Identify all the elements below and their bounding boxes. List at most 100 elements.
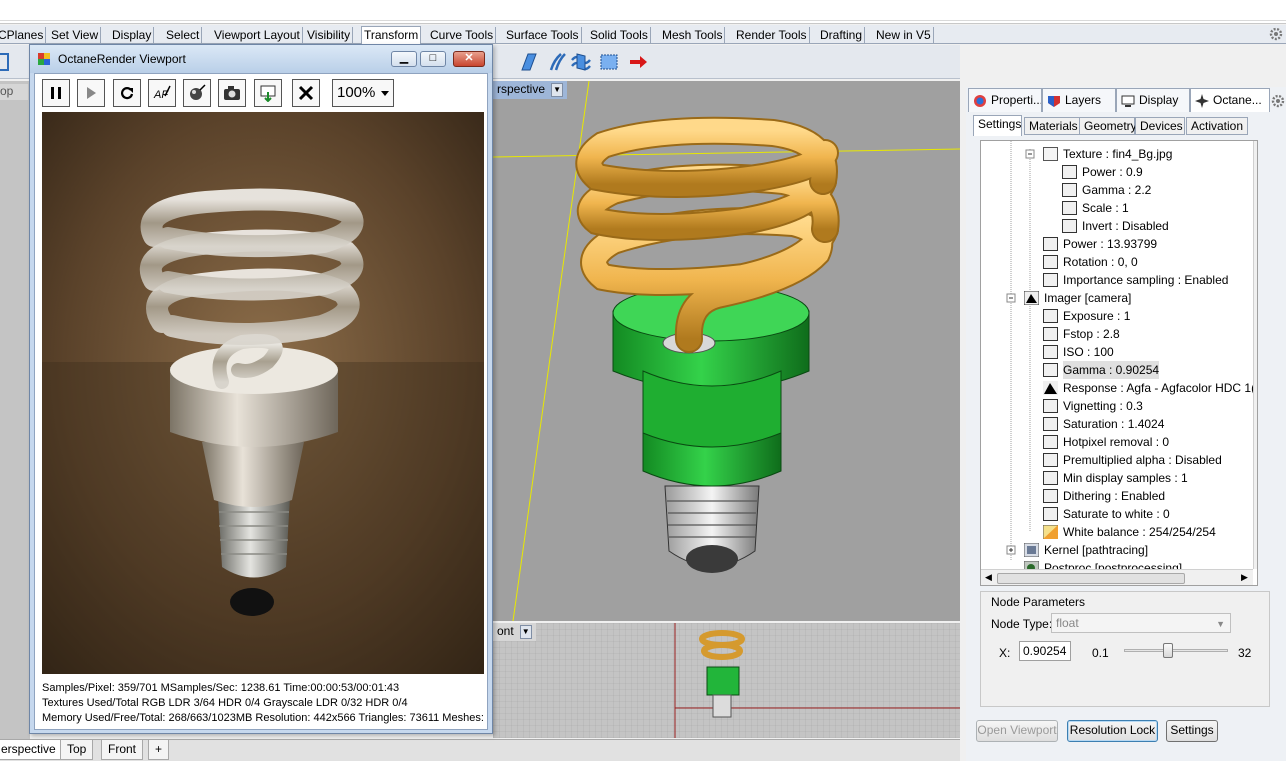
zoom-select[interactable]: 100%: [332, 79, 394, 107]
tree-row[interactable]: Dithering : Enabled: [1043, 487, 1165, 505]
shear-tool-icon[interactable]: [518, 50, 542, 74]
x-slider-track[interactable]: [1124, 643, 1228, 658]
scroll-right-icon[interactable]: ▶: [1241, 572, 1248, 583]
open-viewport-button[interactable]: Open Viewport: [976, 720, 1058, 742]
tree-row[interactable]: Exposure : 1: [1043, 307, 1130, 325]
x-value-input[interactable]: 0.90254: [1019, 641, 1071, 661]
tab-drafting[interactable]: Drafting: [818, 27, 866, 44]
tree-row[interactable]: ISO : 100: [1043, 343, 1114, 361]
node-type-select[interactable]: float ▼: [1051, 613, 1231, 633]
tab-mesh-tools[interactable]: Mesh Tools: [660, 27, 726, 44]
close-button[interactable]: ✕: [453, 51, 485, 67]
tab-curve-tools[interactable]: Curve Tools: [428, 27, 497, 44]
node-tree[interactable]: Texture : fin4_Bg.jpg Power : 0.9 Gamma …: [980, 140, 1258, 586]
tree-row[interactable]: Importance sampling : Enabled: [1043, 271, 1228, 289]
cage-edit-icon[interactable]: [597, 50, 621, 74]
tab-viewport-layout[interactable]: Viewport Layout: [212, 27, 303, 44]
tree-row[interactable]: Power : 0.9: [1062, 163, 1143, 181]
tab-solid-tools[interactable]: Solid Tools: [588, 27, 651, 44]
tree-row[interactable]: Fstop : 2.8: [1043, 325, 1120, 343]
tree-row[interactable]: Premultiplied alpha : Disabled: [1043, 451, 1222, 469]
tab-transform[interactable]: Transform: [361, 26, 422, 45]
tab-devices[interactable]: Devices: [1135, 117, 1185, 135]
tree-row[interactable]: Gamma : 2.2: [1062, 181, 1151, 199]
tab-perspective[interactable]: erspective: [0, 740, 63, 760]
scroll-left-icon[interactable]: ◀: [985, 572, 992, 583]
tab-display[interactable]: Display: [110, 27, 155, 44]
viewport-menu-arrow-icon[interactable]: ▼: [519, 624, 532, 639]
tree-vertical-scrollbar[interactable]: ▲ ▼: [1253, 141, 1258, 569]
x-slider-thumb[interactable]: [1163, 643, 1173, 658]
move-tool-icon[interactable]: [0, 50, 22, 74]
tab-layers[interactable]: Layers: [1042, 88, 1116, 112]
tree-row[interactable]: White balance : 254/254/254: [1042, 523, 1216, 541]
arrow-right-icon[interactable]: [626, 50, 650, 74]
viewport-menu-arrow-icon[interactable]: ▼: [551, 82, 564, 97]
tree-row[interactable]: Kernel [pathtracing]: [1023, 541, 1148, 559]
settings-button[interactable]: Settings: [1166, 720, 1218, 742]
tab-octane[interactable]: Octane...: [1190, 88, 1270, 112]
scroll-thumb[interactable]: [1257, 321, 1258, 471]
tree-row[interactable]: Scale : 1: [1062, 199, 1129, 217]
tab-settings[interactable]: Settings: [973, 115, 1022, 136]
command-line[interactable]: [0, 0, 1286, 24]
float-node-icon: [1043, 417, 1058, 431]
window-titlebar[interactable]: OctaneRender Viewport ▁ □ ✕: [30, 45, 492, 73]
tab-select[interactable]: Select: [164, 27, 203, 44]
top-viewport[interactable]: [0, 81, 30, 741]
tab-top[interactable]: Top: [60, 740, 94, 760]
tree-horizontal-scrollbar[interactable]: ◀ ▶: [981, 569, 1253, 585]
scroll-up-icon[interactable]: ▲: [1257, 144, 1258, 153]
scroll-down-icon[interactable]: ▼: [1257, 555, 1258, 564]
tab-cplanes[interactable]: CPlanes: [0, 27, 47, 44]
tab-properties[interactable]: Properti...: [968, 88, 1042, 112]
scroll-thumb[interactable]: [997, 573, 1185, 584]
tab-activation[interactable]: Activation: [1186, 117, 1248, 135]
pause-button[interactable]: [42, 79, 70, 107]
stop-button[interactable]: [292, 79, 320, 107]
twist-tool-icon[interactable]: [545, 50, 569, 74]
tree-row[interactable]: Texture : fin4_Bg.jpg: [1043, 145, 1172, 163]
tab-front[interactable]: Front: [101, 740, 144, 760]
tree-row[interactable]: Response : Agfa - Agfacolor HDC 1(: [1043, 379, 1255, 397]
tree-row[interactable]: Rotation : 0, 0: [1043, 253, 1138, 271]
panel-options-gear-icon[interactable]: [1270, 93, 1286, 109]
tab-set-view[interactable]: Set View: [49, 27, 102, 44]
tab-geometry[interactable]: Geometry: [1079, 117, 1137, 135]
gear-icon[interactable]: [1268, 26, 1284, 42]
tab-render-tools[interactable]: Render Tools: [734, 27, 810, 44]
material-picker-button[interactable]: [183, 79, 211, 107]
minimize-button[interactable]: ▁: [391, 51, 417, 67]
tree-row-selected[interactable]: Gamma : 0.90254: [1043, 361, 1160, 379]
add-viewport-tab[interactable]: +: [148, 740, 170, 760]
tree-row[interactable]: Invert : Disabled: [1062, 217, 1169, 235]
perspective-viewport-label[interactable]: rspective ▼: [493, 81, 568, 99]
tab-new-in-v5[interactable]: New in V5: [874, 27, 934, 44]
play-button[interactable]: [77, 79, 105, 107]
front-viewport[interactable]: ont ▼: [493, 623, 960, 738]
front-viewport-label[interactable]: ont ▼: [493, 623, 536, 641]
render-statistics: Samples/Pixel: 359/701 MSamples/Sec: 123…: [42, 681, 489, 726]
save-image-button[interactable]: [218, 79, 246, 107]
top-viewport-label[interactable]: op: [0, 84, 28, 100]
tab-surface-tools[interactable]: Surface Tools: [504, 27, 582, 44]
tree-row[interactable]: Saturate to white : 0: [1043, 505, 1170, 523]
maximize-button[interactable]: □: [420, 51, 446, 67]
perspective-viewport[interactable]: rspective ▼: [493, 81, 960, 621]
tree-row[interactable]: Power : 13.93799: [1043, 235, 1157, 253]
tab-visibility[interactable]: Visibility: [305, 27, 354, 44]
tree-row[interactable]: Saturation : 1.4024: [1043, 415, 1164, 433]
tab-display-panel[interactable]: Display: [1116, 88, 1190, 112]
tree-row[interactable]: Min display samples : 1: [1043, 469, 1188, 487]
float-node-icon: [1062, 165, 1077, 179]
tab-materials[interactable]: Materials: [1024, 117, 1080, 135]
resolution-lock-button[interactable]: Resolution Lock: [1067, 720, 1158, 742]
bend-tool-icon[interactable]: [571, 50, 595, 74]
octane-render-window[interactable]: OctaneRender Viewport ▁ □ ✕ AF 100% Samp…: [29, 44, 493, 734]
export-button[interactable]: [254, 79, 282, 107]
restart-button[interactable]: [113, 79, 141, 107]
tree-row[interactable]: Hotpixel removal : 0: [1043, 433, 1169, 451]
tree-row[interactable]: Vignetting : 0.3: [1043, 397, 1143, 415]
tree-row[interactable]: Imager [camera]: [1023, 289, 1131, 307]
focus-picker-button[interactable]: AF: [148, 79, 176, 107]
